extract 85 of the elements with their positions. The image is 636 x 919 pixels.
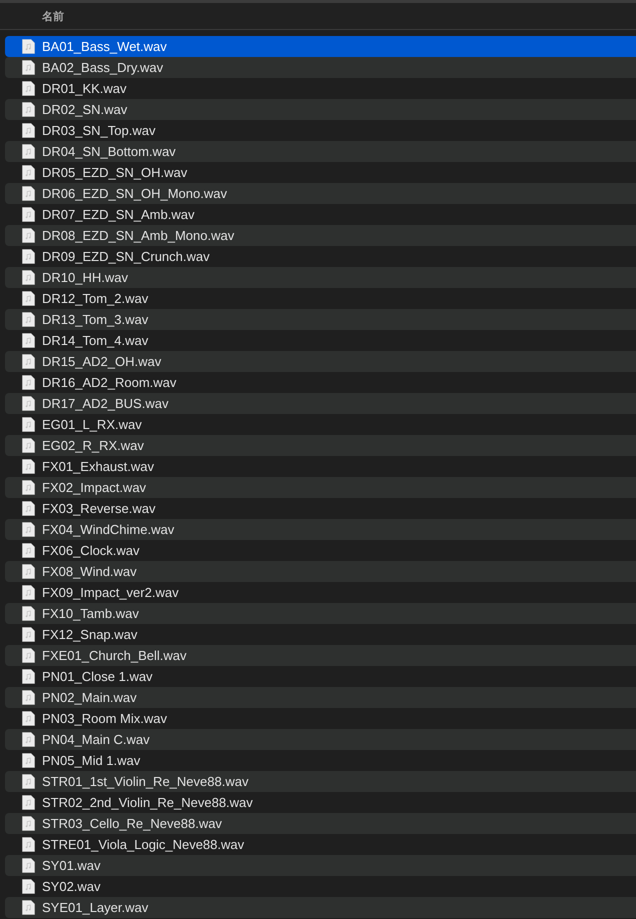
- music-file-icon: [22, 417, 35, 432]
- file-row[interactable]: FX02_Impact.wav: [5, 477, 636, 498]
- music-file-icon: [22, 858, 35, 873]
- file-row[interactable]: DR04_SN_Bottom.wav: [5, 141, 636, 162]
- file-row[interactable]: DR14_Tom_4.wav: [5, 330, 636, 351]
- file-row[interactable]: FX06_Clock.wav: [5, 540, 636, 561]
- music-file-icon: [22, 900, 35, 915]
- music-file-icon: [22, 291, 35, 306]
- file-row[interactable]: STR01_1st_Violin_Re_Neve88.wav: [5, 771, 636, 792]
- file-row[interactable]: PN03_Room Mix.wav: [5, 708, 636, 729]
- music-file-icon: [22, 627, 35, 642]
- music-file-icon: [22, 711, 35, 726]
- music-file-icon: [22, 732, 35, 747]
- music-file-icon: [22, 648, 35, 663]
- file-row[interactable]: FX04_WindChime.wav: [5, 519, 636, 540]
- music-file-icon: [22, 186, 35, 201]
- music-file-icon: [22, 81, 35, 96]
- file-row[interactable]: BA01_Bass_Wet.wav: [5, 36, 636, 57]
- music-file-icon: [22, 543, 35, 558]
- music-file-icon: [22, 480, 35, 495]
- music-file-icon: [22, 333, 35, 348]
- file-row[interactable]: PN04_Main C.wav: [5, 729, 636, 750]
- music-file-icon: [22, 606, 35, 621]
- music-file-icon: [22, 396, 35, 411]
- music-file-icon: [22, 228, 35, 243]
- file-row[interactable]: PN01_Close 1.wav: [5, 666, 636, 687]
- music-file-icon: [22, 312, 35, 327]
- file-row[interactable]: FX10_Tamb.wav: [5, 603, 636, 624]
- file-row[interactable]: FX12_Snap.wav: [5, 624, 636, 645]
- file-row[interactable]: DR08_EZD_SN_Amb_Mono.wav: [5, 225, 636, 246]
- music-file-icon: [22, 438, 35, 453]
- music-file-icon: [22, 501, 35, 516]
- music-file-icon: [22, 690, 35, 705]
- file-row[interactable]: DR15_AD2_OH.wav: [5, 351, 636, 372]
- file-row[interactable]: FX03_Reverse.wav: [5, 498, 636, 519]
- music-file-icon: [22, 144, 35, 159]
- music-file-icon: [22, 879, 35, 894]
- music-file-icon: [22, 249, 35, 264]
- music-file-icon: [22, 60, 35, 75]
- file-row[interactable]: SY01.wav: [5, 855, 636, 876]
- music-file-icon: [22, 795, 35, 810]
- music-file-icon: [22, 39, 35, 54]
- file-row[interactable]: STR03_Cello_Re_Neve88.wav: [5, 813, 636, 834]
- file-row[interactable]: BA02_Bass_Dry.wav: [5, 57, 636, 78]
- file-row[interactable]: FX08_Wind.wav: [5, 561, 636, 582]
- file-row[interactable]: FXE01_Church_Bell.wav: [5, 645, 636, 666]
- file-row[interactable]: PN02_Main.wav: [5, 687, 636, 708]
- column-header[interactable]: 名前: [42, 8, 64, 24]
- file-row[interactable]: DR06_EZD_SN_OH_Mono.wav: [5, 183, 636, 204]
- music-file-icon: [22, 102, 35, 117]
- music-file-icon: [22, 585, 35, 600]
- music-file-icon: [22, 774, 35, 789]
- file-row[interactable]: DR10_HH.wav: [5, 267, 636, 288]
- file-row[interactable]: SY02.wav: [5, 876, 636, 897]
- music-file-icon: [22, 816, 35, 831]
- file-row[interactable]: DR03_SN_Top.wav: [5, 120, 636, 141]
- music-file-icon: [22, 123, 35, 138]
- file-row[interactable]: FX09_Impact_ver2.wav: [5, 582, 636, 603]
- file-row[interactable]: STR02_2nd_Violin_Re_Neve88.wav: [5, 792, 636, 813]
- music-file-icon: [22, 459, 35, 474]
- file-row[interactable]: DR01_KK.wav: [5, 78, 636, 99]
- music-file-icon: [22, 375, 35, 390]
- music-file-icon: [22, 837, 35, 852]
- music-file-icon: [22, 753, 35, 768]
- music-file-icon: [22, 522, 35, 537]
- music-file-icon: [22, 669, 35, 684]
- file-row[interactable]: DR17_AD2_BUS.wav: [5, 393, 636, 414]
- file-row[interactable]: DR07_EZD_SN_Amb.wav: [5, 204, 636, 225]
- music-file-icon: [22, 165, 35, 180]
- file-row[interactable]: DR12_Tom_2.wav: [5, 288, 636, 309]
- file-row[interactable]: DR13_Tom_3.wav: [5, 309, 636, 330]
- music-file-icon: [22, 564, 35, 579]
- file-row[interactable]: DR02_SN.wav: [5, 99, 636, 120]
- music-file-icon: [22, 354, 35, 369]
- music-file-icon: [22, 207, 35, 222]
- file-row[interactable]: FX01_Exhaust.wav: [5, 456, 636, 477]
- file-row[interactable]: DR05_EZD_SN_OH.wav: [5, 162, 636, 183]
- file-row[interactable]: STRE01_Viola_Logic_Neve88.wav: [5, 834, 636, 855]
- file-row[interactable]: PN05_Mid 1.wav: [5, 750, 636, 771]
- file-row[interactable]: EG01_L_RX.wav: [5, 414, 636, 435]
- file-row[interactable]: DR09_EZD_SN_Crunch.wav: [5, 246, 636, 267]
- file-row[interactable]: EG02_R_RX.wav: [5, 435, 636, 456]
- file-row[interactable]: SYE01_Layer.wav: [5, 897, 636, 918]
- file-row[interactable]: DR16_AD2_Room.wav: [5, 372, 636, 393]
- music-file-icon: [22, 270, 35, 285]
